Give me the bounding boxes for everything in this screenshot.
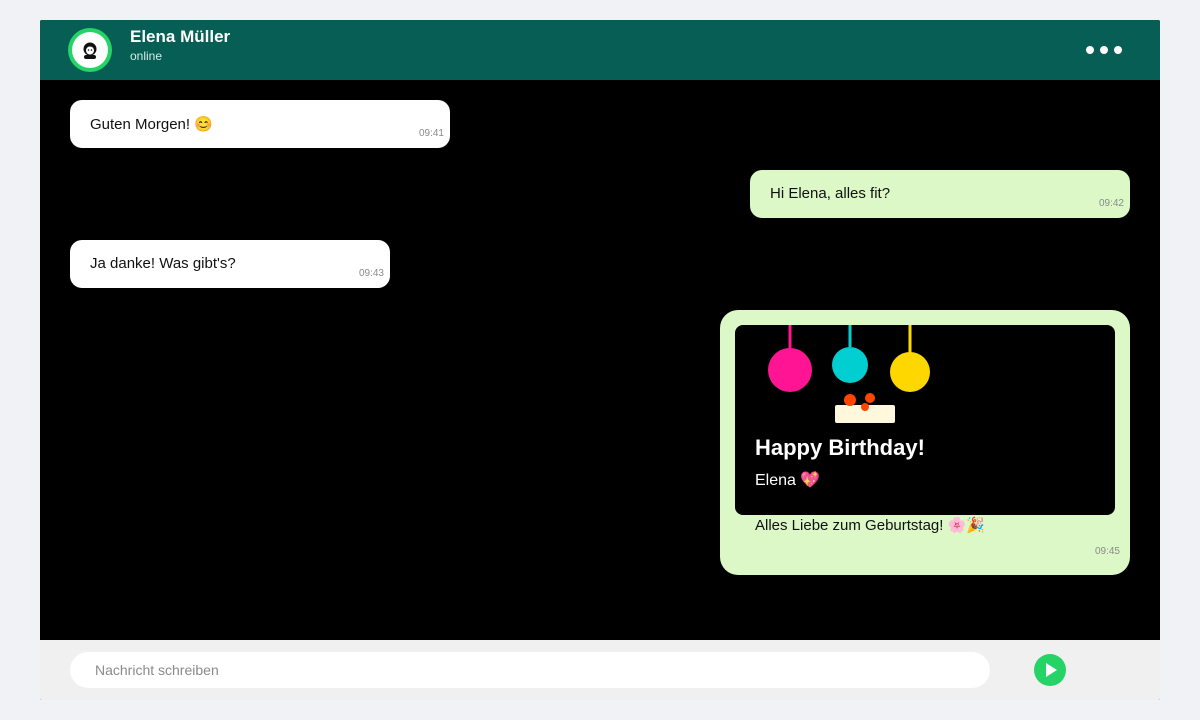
more-options-button[interactable] — [1080, 38, 1128, 62]
chat-header: Elena Müller online — [40, 20, 1160, 80]
balloon-icon — [832, 347, 868, 383]
message-bubble-outgoing[interactable]: Hi Elena, alles fit? 09:42 — [750, 170, 1130, 218]
message-list[interactable]: Guten Morgen! 😊 09:41 Hi Elena, alles fi… — [40, 80, 1160, 640]
contact-status: online — [130, 49, 163, 63]
person-avatar-icon — [83, 42, 97, 59]
message-input[interactable] — [70, 652, 990, 688]
message-time: 09:43 — [358, 268, 384, 279]
birthday-card[interactable]: Happy Birthday! Elena 💖 — [735, 325, 1115, 515]
balloon-icon — [890, 352, 930, 392]
message-text: Guten Morgen! 😊 — [90, 116, 213, 133]
balloon-icon — [768, 348, 812, 392]
card-title: Happy Birthday! — [755, 435, 925, 460]
message-time: 09:45 — [1094, 546, 1120, 557]
message-bubble-incoming[interactable]: Guten Morgen! 😊 09:41 — [70, 100, 450, 148]
more-options-icon — [1114, 46, 1122, 54]
contact-name: Elena Müller — [130, 27, 231, 46]
message-text: Hi Elena, alles fit? — [770, 185, 891, 202]
birthday-decoration — [768, 325, 930, 423]
card-subtitle: Elena 💖 — [755, 472, 821, 489]
more-options-icon — [1100, 46, 1108, 54]
cake-icon — [835, 393, 895, 423]
message-time: 09:41 — [418, 128, 444, 139]
message-text: Ja danke! Was gibt's? — [90, 255, 236, 272]
avatar-frame — [72, 32, 108, 68]
more-options-icon — [1086, 46, 1094, 54]
message-bubble-incoming[interactable]: Ja danke! Was gibt's? 09:43 — [70, 240, 390, 288]
contact-avatar[interactable] — [68, 28, 112, 72]
send-icon — [1046, 663, 1057, 677]
birthday-card-message[interactable]: Happy Birthday! Elena 💖 Alles Liebe zum … — [720, 310, 1130, 575]
chat-window: Elena Müller online Guten Morgen! 😊 09:4… — [40, 20, 1160, 700]
send-button[interactable] — [1034, 654, 1066, 686]
card-caption: Alles Liebe zum Geburtstag! 🌸🎉 — [755, 517, 985, 534]
message-time: 09:42 — [1098, 198, 1124, 209]
message-composer — [40, 640, 1160, 700]
